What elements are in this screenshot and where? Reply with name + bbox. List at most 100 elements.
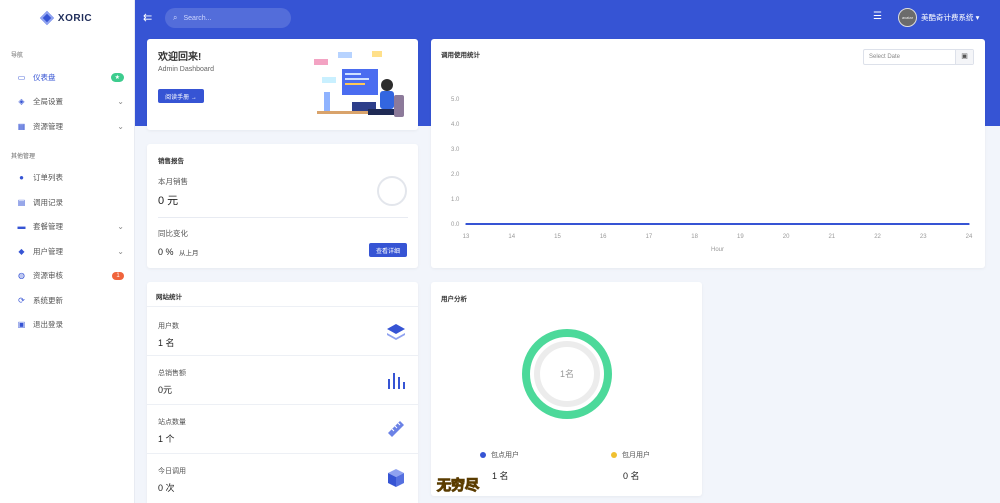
sidebar-item[interactable]: ⟳ 系统更新: [0, 288, 134, 313]
sidebar-item-label: 资源审核: [33, 271, 63, 281]
series-point: [465, 223, 467, 225]
welcome-title: 欢迎回来!: [158, 52, 202, 63]
month-sales-label: 本月销售: [158, 177, 188, 186]
avatar[interactable]: avatar: [898, 8, 917, 27]
logo-text: XORIC: [57, 12, 93, 24]
user-donut-chart: 1名: [522, 329, 612, 419]
x-tick-label: 22: [874, 234, 881, 240]
sidebar-item-label: 仪表盘: [33, 72, 56, 82]
yoy-suffix: 从上月: [179, 250, 199, 257]
donut-center-label: 1名: [560, 368, 574, 379]
welcome-subtitle: Admin Dashboard: [158, 66, 215, 73]
usage-chart-card: 调用使用统计 Select Date ▣ 0.0 1.0 2.0 3.0 4.0 5.0 1…: [431, 39, 985, 268]
sales-report-card: 销售报告 本月销售 0 元 同比变化 0 % 从上月 查看详细: [147, 144, 418, 268]
stat-value: 1 个: [158, 434, 175, 444]
y-tick-label: 5.0: [451, 97, 460, 103]
user-icon: ◆: [18, 246, 25, 256]
series-point: [785, 223, 787, 225]
logo-mark-icon: [39, 10, 54, 26]
sidebar-item[interactable]: ▤ 调用记录: [0, 190, 134, 215]
sidebar-item-label: 用户管理: [33, 246, 63, 256]
series-point: [922, 223, 925, 225]
x-tick-label: 15: [554, 234, 561, 240]
legend-dot: [480, 452, 486, 458]
series-point: [968, 223, 970, 225]
read-manual-button[interactable]: 阅读手册 →: [158, 89, 204, 103]
cube-icon: [388, 469, 404, 487]
sidebar-badge: 1: [112, 271, 124, 280]
view-details-button[interactable]: 查看详细: [369, 243, 407, 257]
series-point: [876, 223, 879, 225]
x-axis-label: Hour: [711, 247, 724, 253]
stat-row: 总销售额 0元: [147, 355, 418, 404]
series-point: [556, 223, 559, 225]
stat-label: 今日调用: [158, 468, 186, 475]
x-tick-label: 24: [966, 234, 973, 240]
search-placeholder: Search...: [183, 14, 212, 22]
series-point: [831, 223, 833, 225]
welcome-card: 欢迎回来! Admin Dashboard 阅读手册 →: [147, 39, 418, 130]
sidebar-item[interactable]: ◆ 用户管理 ⌄: [0, 239, 134, 264]
sidebar: XORIC 导航 ▭ 仪表盘 ★ ◈ 全局设置 ⌄ ▦ 资源管理 ⌄ 其他管理 ● 订单列表 ▤ 调用…: [0, 0, 135, 503]
document-icon: ▤: [17, 197, 26, 207]
legend-value: 1 名: [492, 471, 509, 481]
user-name: 美酷奇计费系统: [921, 13, 974, 22]
user-menu[interactable]: 美酷奇计费系统 ▾: [921, 12, 979, 23]
refresh-icon: ⟳: [18, 295, 25, 305]
chevron-down-icon: ⌄: [117, 222, 124, 232]
stat-value: 0 次: [158, 483, 175, 493]
x-tick-label: 21: [828, 234, 835, 240]
x-tick-label: 14: [508, 234, 515, 240]
x-tick-label: 19: [737, 234, 744, 240]
stat-value: 1 名: [158, 338, 175, 348]
series-point: [602, 223, 604, 225]
x-tick-label: 20: [783, 234, 790, 240]
series-point: [739, 223, 742, 225]
legend-item: 包点用户: [480, 450, 519, 460]
y-tick-label: 3.0: [451, 147, 460, 153]
sidebar-item-label: 资源管理: [33, 121, 63, 131]
sidebar-item-label: 调用记录: [33, 197, 63, 207]
toggle-icon: ▬: [17, 222, 26, 232]
x-tick-label: 13: [463, 234, 470, 240]
usage-line-chart: 0.0 1.0 2.0 3.0 4.0 5.0 13 14 15 16 17 18 19 20 21 22 23…: [451, 97, 973, 253]
legend-item: 包月用户: [611, 450, 650, 460]
top-bar: ⇇ ⌕ Search... ☰ avatar 美酷奇计费系统 ▾: [135, 0, 1000, 36]
yoy-value: 0 %: [158, 247, 174, 257]
site-stats-card: 网站统计 用户数 1 名 总销售额 0元 站点数量 1 个 今日调用 0 次: [147, 282, 418, 503]
search-input[interactable]: ⌕ Search...: [165, 8, 291, 28]
sidebar-item-label: 套餐管理: [33, 222, 63, 232]
yoy-label: 同比变化: [158, 229, 188, 238]
y-tick-label: 2.0: [451, 172, 460, 178]
grid-icon: ▦: [17, 121, 26, 131]
logo[interactable]: XORIC: [0, 0, 134, 36]
sidebar-item[interactable]: ◈ 全局设置 ⌄: [0, 90, 134, 115]
settings-sliders-icon[interactable]: ☰: [873, 11, 882, 22]
sidebar-item[interactable]: ▭ 仪表盘 ★: [0, 65, 134, 90]
y-tick-label: 0.0: [451, 222, 460, 228]
x-tick-label: 23: [920, 234, 927, 240]
sidebar-item[interactable]: ▣ 退出登录: [0, 313, 134, 338]
nav-section-title: 其他管理: [11, 153, 36, 160]
monitor-icon: ▭: [17, 72, 26, 82]
stat-row: 站点数量 1 个: [147, 404, 418, 453]
y-tick-label: 1.0: [451, 197, 460, 203]
sidebar-item-label: 退出登录: [33, 320, 63, 330]
welcome-illustration: [314, 51, 404, 117]
stat-row: 今日调用 0 次: [147, 453, 418, 503]
sales-progress-ring: [377, 176, 407, 206]
stat-label: 总销售额: [158, 370, 186, 377]
user-analysis-title: 用户分析: [441, 296, 467, 303]
sidebar-item[interactable]: ◍ 资源审核 1: [0, 264, 134, 289]
legend-dot: [611, 452, 617, 458]
stat-label: 用户数: [158, 323, 179, 330]
sidebar-item-label: 全局设置: [33, 97, 63, 107]
sidebar-item[interactable]: ▬ 套餐管理 ⌄: [0, 215, 134, 240]
stack-icon: [387, 324, 405, 340]
stat-row: 用户数 1 名: [147, 306, 418, 355]
sidebar-item[interactable]: ▦ 资源管理 ⌄: [0, 114, 134, 139]
sidebar-item-label: 系统更新: [33, 295, 63, 305]
menu-collapse-icon[interactable]: ⇇: [143, 11, 152, 24]
audit-icon: ◍: [18, 271, 25, 281]
sidebar-item[interactable]: ● 订单列表: [0, 166, 134, 191]
